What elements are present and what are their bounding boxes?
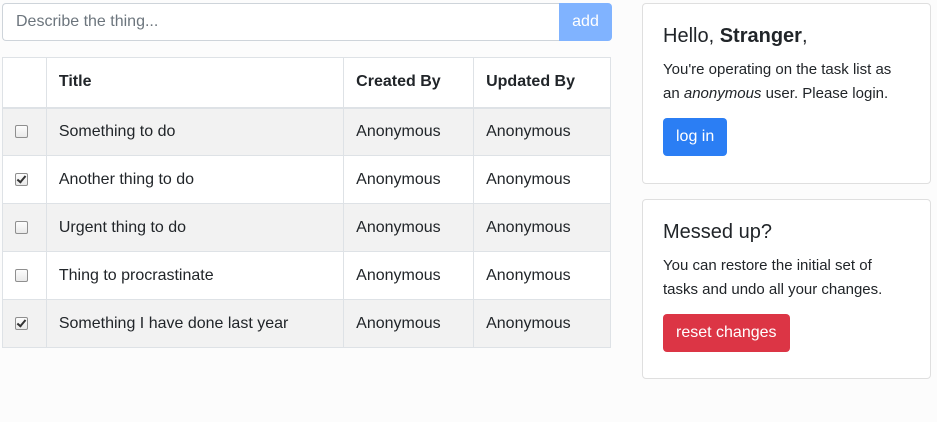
row-check-cell [2, 155, 47, 204]
login-message-emphasis: anonymous [683, 85, 762, 102]
task-title: Another thing to do [45, 155, 345, 204]
reset-title: Messed up? [663, 221, 772, 243]
task-title: Urgent thing to do [45, 203, 345, 252]
task-table-body: Something to do Anonymous Anonymous Anot… [2, 107, 611, 348]
task-created-by: Anonymous [343, 203, 475, 252]
greeting-text: Hello, [663, 25, 720, 47]
row-check-cell [2, 203, 47, 252]
header-row: Title Created By Updated By [2, 57, 611, 109]
reset-card: Messed up? You can restore the initial s… [642, 199, 931, 379]
table-row: Thing to procrastinate Anonymous Anonymo… [2, 251, 611, 300]
header-check-column [2, 57, 47, 109]
table-row: Another thing to do Anonymous Anonymous [2, 155, 611, 204]
task-title: Something I have done last year [45, 299, 345, 348]
table-row: Urgent thing to do Anonymous Anonymous [2, 203, 611, 252]
greeting-suffix: , [801, 25, 808, 47]
table-row: Something to do Anonymous Anonymous [2, 107, 611, 156]
task-updated-by: Anonymous [473, 107, 611, 156]
task-created-by: Anonymous [343, 107, 475, 156]
task-list-panel: add Title Created By Updated By Somethin… [2, 3, 612, 348]
task-table: Title Created By Updated By Something to… [2, 57, 611, 348]
header-created-by: Created By [343, 57, 475, 109]
add-button[interactable]: add [559, 3, 612, 41]
user-name: Stranger [719, 25, 802, 47]
reset-changes-button[interactable]: reset changes [663, 314, 790, 352]
task-updated-by: Anonymous [473, 299, 611, 348]
task-updated-by: Anonymous [473, 251, 611, 300]
header-updated-by: Updated By [473, 57, 611, 109]
row-check-cell [2, 107, 47, 156]
done-checkbox[interactable] [14, 316, 28, 330]
task-created-by: Anonymous [343, 251, 475, 300]
done-checkbox[interactable] [14, 172, 28, 186]
done-checkbox[interactable] [14, 268, 28, 282]
task-updated-by: Anonymous [473, 155, 611, 204]
row-check-cell [2, 251, 47, 300]
greeting-heading: Hello, Stranger, [663, 24, 910, 48]
task-table-header: Title Created By Updated By [2, 57, 611, 109]
add-task-form: add [2, 3, 612, 41]
reset-message: You can restore the initial set of tasks… [663, 257, 883, 298]
log-in-button[interactable]: log in [663, 118, 728, 156]
login-card: Hello, Stranger, You're operating on the… [642, 3, 931, 184]
done-checkbox[interactable] [14, 220, 28, 234]
task-title: Thing to procrastinate [45, 251, 345, 300]
task-title: Something to do [45, 107, 345, 156]
task-list-page: add Title Created By Updated By Somethin… [0, 0, 937, 422]
task-created-by: Anonymous [343, 155, 475, 204]
done-checkbox[interactable] [14, 125, 28, 139]
row-check-cell [2, 299, 47, 348]
login-message: You're operating on the task list as an … [663, 58, 910, 106]
task-updated-by: Anonymous [473, 203, 611, 252]
task-created-by: Anonymous [343, 299, 475, 348]
task-description-input[interactable] [2, 3, 559, 41]
login-message-after: user. Please login. [761, 85, 889, 102]
table-row: Something I have done last year Anonymou… [2, 299, 611, 348]
header-title: Title [45, 57, 345, 109]
